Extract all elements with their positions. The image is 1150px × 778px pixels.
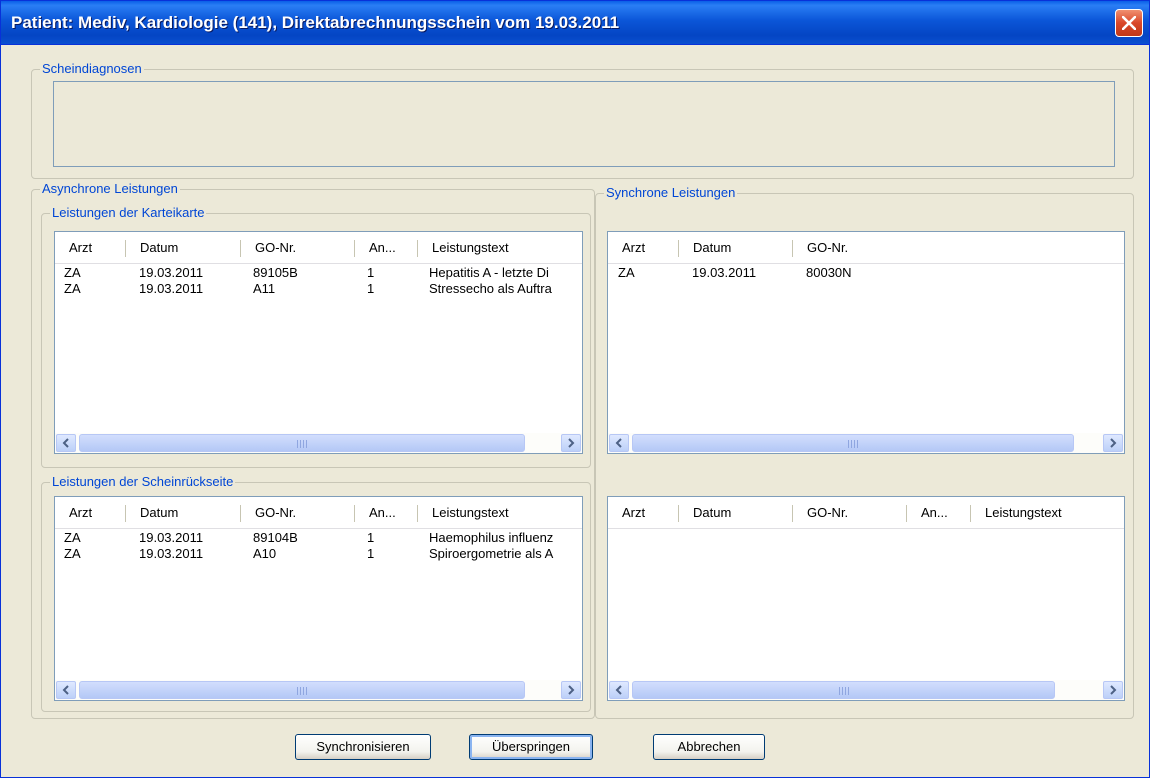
arrow-right-icon: [568, 438, 575, 448]
scheindiagnosen-box[interactable]: [53, 81, 1115, 167]
column-header-anzahl[interactable]: An...: [355, 232, 417, 263]
list-header: Arzt Datum GO-Nr. An... Leistungstext: [608, 497, 1124, 529]
arrow-left-icon: [615, 685, 622, 695]
scroll-left-button[interactable]: [609, 681, 629, 699]
column-header-go-nr[interactable]: GO-Nr.: [241, 232, 354, 263]
abbrechen-button[interactable]: Abbrechen: [653, 734, 765, 760]
async-karteikarte-label: Leistungen der Karteikarte: [50, 205, 207, 221]
cell-anzahl: 1: [367, 530, 375, 545]
scroll-thumb[interactable]: [632, 681, 1055, 699]
cell-leistungstext: Hepatitis A - letzte Di: [429, 265, 549, 280]
scroll-left-button[interactable]: [609, 434, 629, 452]
cell-arzt: ZA: [64, 281, 81, 296]
arrow-left-icon: [615, 438, 622, 448]
async-rueckseite-label: Leistungen der Scheinrückseite: [50, 474, 236, 490]
scroll-left-button[interactable]: [56, 681, 76, 699]
synchronisieren-button[interactable]: Synchronisieren: [295, 734, 431, 760]
column-header-datum[interactable]: Datum: [126, 232, 240, 263]
scroll-thumb[interactable]: [79, 434, 525, 452]
cell-arzt: ZA: [64, 530, 81, 545]
list-header: Arzt Datum GO-Nr.: [608, 232, 1124, 264]
column-header-go-nr[interactable]: GO-Nr.: [241, 497, 354, 528]
table-row[interactable]: ZA 19.03.2011 89105B 1 Hepatitis A - let…: [55, 265, 582, 281]
cell-datum: 19.03.2011: [692, 265, 757, 280]
cell-datum: 19.03.2011: [139, 546, 204, 561]
horizontal-scrollbar[interactable]: [608, 433, 1124, 453]
column-header-anzahl[interactable]: An...: [907, 497, 970, 528]
cell-datum: 19.03.2011: [139, 530, 204, 545]
arrow-left-icon: [62, 438, 69, 448]
cell-datum: 19.03.2011: [139, 281, 204, 296]
scroll-right-button[interactable]: [1103, 681, 1123, 699]
cell-arzt: ZA: [64, 546, 81, 561]
async-karteikarte-list[interactable]: Arzt Datum GO-Nr. An... Leistungstext ZA…: [54, 231, 583, 454]
column-header-datum[interactable]: Datum: [679, 497, 792, 528]
scroll-left-button[interactable]: [56, 434, 76, 452]
cell-anzahl: 1: [367, 265, 375, 280]
arrow-right-icon: [1110, 685, 1117, 695]
table-row[interactable]: ZA 19.03.2011 A11 1 Stressecho als Auftr…: [55, 281, 582, 297]
async-label: Asynchrone Leistungen: [40, 181, 180, 197]
sync-label: Synchrone Leistungen: [604, 185, 738, 201]
cell-go-nr: A10: [253, 546, 277, 561]
cell-anzahl: 1: [367, 281, 375, 296]
list-header: Arzt Datum GO-Nr. An... Leistungstext: [55, 232, 582, 264]
column-header-datum[interactable]: Datum: [126, 497, 240, 528]
scheindiagnosen-label: Scheindiagnosen: [40, 61, 144, 77]
cell-go-nr: 89105B: [253, 265, 298, 280]
cell-arzt: ZA: [618, 265, 635, 280]
table-row[interactable]: ZA 19.03.2011 80030N: [608, 265, 1124, 281]
cell-arzt: ZA: [64, 265, 81, 280]
column-header-arzt[interactable]: Arzt: [608, 232, 678, 263]
title-bar[interactable]: Patient: Mediv, Kardiologie (141), Direk…: [1, 1, 1149, 45]
horizontal-scrollbar[interactable]: [55, 680, 582, 700]
sync-karteikarte-list[interactable]: Arzt Datum GO-Nr. ZA 19.03.2011 80030N: [607, 231, 1125, 454]
cell-leistungstext: Haemophilus influenz: [429, 530, 554, 545]
cell-leistungstext: Spiroergometrie als A: [429, 546, 554, 561]
column-header-datum[interactable]: Datum: [679, 232, 792, 263]
column-header-arzt[interactable]: Arzt: [55, 497, 125, 528]
dialog-window: Patient: Mediv, Kardiologie (141), Direk…: [0, 0, 1150, 778]
horizontal-scrollbar[interactable]: [608, 680, 1124, 700]
cell-anzahl: 1: [367, 546, 375, 561]
scroll-thumb[interactable]: [79, 681, 525, 699]
async-rueckseite-list[interactable]: Arzt Datum GO-Nr. An... Leistungstext ZA…: [54, 496, 583, 701]
close-icon: [1122, 16, 1136, 30]
column-header-arzt[interactable]: Arzt: [55, 232, 125, 263]
sync-rueckseite-list[interactable]: Arzt Datum GO-Nr. An... Leistungstext: [607, 496, 1125, 701]
cell-go-nr: A11: [253, 281, 276, 296]
cell-go-nr: 89104B: [253, 530, 298, 545]
scroll-grip: [839, 687, 849, 695]
scroll-right-button[interactable]: [1103, 434, 1123, 452]
close-button[interactable]: [1115, 9, 1143, 37]
column-header-leistungstext[interactable]: Leistungstext: [971, 497, 1124, 528]
scroll-grip: [848, 440, 858, 448]
scroll-grip: [297, 687, 307, 695]
arrow-right-icon: [1110, 438, 1117, 448]
window-title: Patient: Mediv, Kardiologie (141), Direk…: [11, 13, 620, 32]
scroll-thumb[interactable]: [632, 434, 1074, 452]
cell-go-nr: 80030N: [806, 265, 852, 280]
column-header-leistungstext[interactable]: Leistungstext: [418, 232, 582, 263]
list-header: Arzt Datum GO-Nr. An... Leistungstext: [55, 497, 582, 529]
column-header-arzt[interactable]: Arzt: [608, 497, 678, 528]
ueberspringen-button[interactable]: Überspringen: [469, 734, 593, 760]
column-header-leistungstext[interactable]: Leistungstext: [418, 497, 582, 528]
scroll-right-button[interactable]: [561, 681, 581, 699]
cell-leistungstext: Stressecho als Auftra: [429, 281, 552, 296]
table-row[interactable]: ZA 19.03.2011 A10 1 Spiroergometrie als …: [55, 546, 582, 562]
table-row[interactable]: ZA 19.03.2011 89104B 1 Haemophilus influ…: [55, 530, 582, 546]
cell-datum: 19.03.2011: [139, 265, 204, 280]
scroll-grip: [297, 440, 307, 448]
arrow-left-icon: [62, 685, 69, 695]
column-header-go-nr[interactable]: GO-Nr.: [793, 232, 913, 263]
scroll-right-button[interactable]: [561, 434, 581, 452]
arrow-right-icon: [568, 685, 575, 695]
column-header-anzahl[interactable]: An...: [355, 497, 417, 528]
horizontal-scrollbar[interactable]: [55, 433, 582, 453]
column-header-go-nr[interactable]: GO-Nr.: [793, 497, 906, 528]
